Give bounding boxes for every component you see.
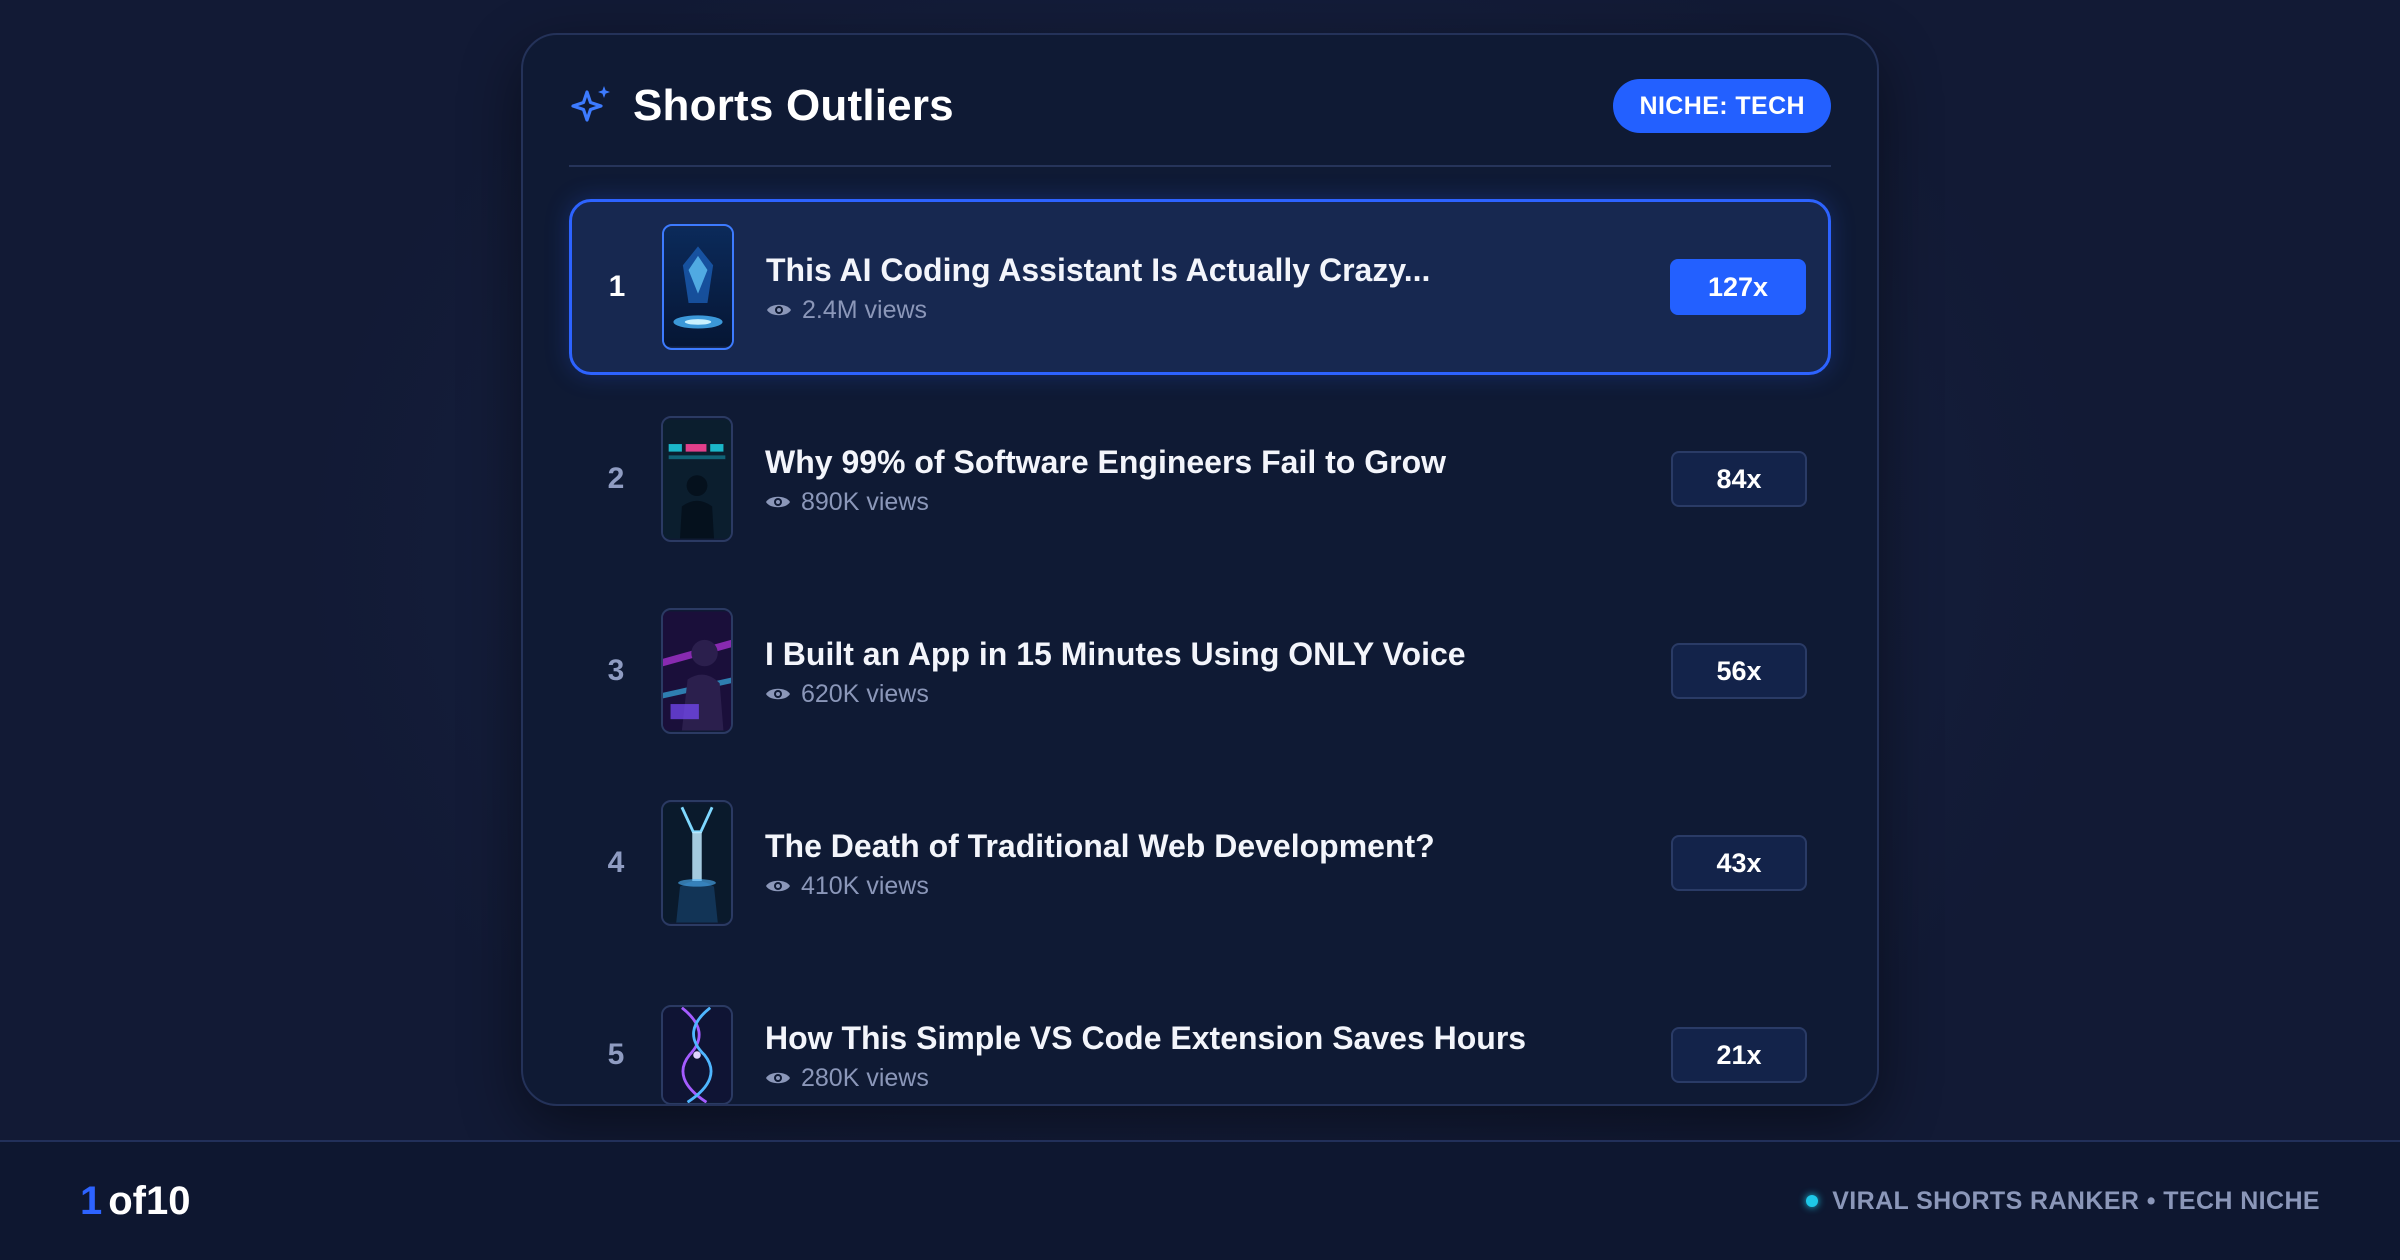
- video-thumbnail[interactable]: [661, 800, 733, 926]
- rank-number: 1: [608, 270, 626, 303]
- view-count: 410K views: [765, 872, 1671, 901]
- view-count: 890K views: [765, 488, 1671, 517]
- video-row-5[interactable]: 5 How This Simple VS Code Extension Save…: [569, 967, 1831, 1104]
- views-label: 890K views: [801, 487, 929, 516]
- outlier-multiplier-badge: 56x: [1671, 643, 1807, 699]
- views-label: 2.4M views: [802, 295, 928, 324]
- views-label: 280K views: [801, 1063, 929, 1092]
- rank-number: 4: [607, 846, 625, 879]
- eye-icon: [766, 1072, 790, 1084]
- status-dot-icon: [1806, 1195, 1819, 1207]
- rank-number: 5: [607, 1038, 625, 1071]
- brand-text: VIRAL SHORTS RANKER • TECH NICHE: [1832, 1186, 2320, 1215]
- brand-label: VIRAL SHORTS RANKER • TECH NICHE: [1806, 1187, 2320, 1216]
- video-info: The Death of Traditional Web Development…: [765, 826, 1671, 901]
- video-thumbnail[interactable]: [662, 224, 734, 350]
- outliers-card: Shorts Outliers NICHE: TECH 1 This AI Co…: [521, 33, 1879, 1106]
- video-info: This AI Coding Assistant Is Actually Cra…: [766, 250, 1670, 325]
- eye-icon: [766, 496, 790, 508]
- view-count: 2.4M views: [766, 296, 1670, 325]
- views-label: 620K views: [801, 679, 929, 708]
- title-group: Shorts Outliers: [569, 81, 954, 131]
- video-row-1[interactable]: 1 This AI Coding Assistant Is Actually C…: [569, 199, 1831, 375]
- outlier-multiplier-badge: 43x: [1671, 835, 1807, 891]
- footer-bar: 1 of10 VIRAL SHORTS RANKER • TECH NICHE: [0, 1140, 2400, 1260]
- page-current: 1: [80, 1178, 103, 1223]
- video-thumbnail[interactable]: [661, 416, 733, 542]
- outlier-multiplier-badge: 84x: [1671, 451, 1807, 507]
- video-row-3[interactable]: 3 I Built an App in 15 Minutes Using ONL…: [569, 583, 1831, 759]
- video-title[interactable]: The Death of Traditional Web Development…: [765, 826, 1671, 866]
- outlier-multiplier-badge: 127x: [1670, 259, 1806, 315]
- video-info: How This Simple VS Code Extension Saves …: [765, 1018, 1671, 1093]
- video-thumbnail[interactable]: [661, 1005, 733, 1104]
- eye-icon: [766, 688, 790, 700]
- card-header: Shorts Outliers NICHE: TECH: [569, 35, 1831, 167]
- eye-icon: [766, 880, 790, 892]
- pagination-indicator: 1 of10: [80, 1179, 191, 1224]
- niche-badge[interactable]: NICHE: TECH: [1613, 79, 1831, 133]
- video-title[interactable]: How This Simple VS Code Extension Saves …: [765, 1018, 1671, 1058]
- view-count: 620K views: [765, 680, 1671, 709]
- video-thumbnail[interactable]: [661, 608, 733, 734]
- page-title: Shorts Outliers: [633, 81, 954, 130]
- video-title[interactable]: I Built an App in 15 Minutes Using ONLY …: [765, 634, 1671, 674]
- rank-number: 3: [607, 654, 625, 687]
- video-info: I Built an App in 15 Minutes Using ONLY …: [765, 634, 1671, 709]
- video-row-4[interactable]: 4 The Death of Traditional Web Developme…: [569, 775, 1831, 951]
- eye-icon: [767, 304, 791, 316]
- sparkle-icon: [571, 86, 610, 122]
- video-info: Why 99% of Software Engineers Fail to Gr…: [765, 442, 1671, 517]
- video-title[interactable]: This AI Coding Assistant Is Actually Cra…: [766, 250, 1670, 290]
- rank-number: 2: [607, 462, 625, 495]
- view-count: 280K views: [765, 1064, 1671, 1093]
- page-total: of10: [108, 1178, 191, 1223]
- outlier-multiplier-badge: 21x: [1671, 1027, 1807, 1083]
- video-row-2[interactable]: 2 Why 99% of Software Engineers Fail to …: [569, 391, 1831, 567]
- views-label: 410K views: [801, 871, 929, 900]
- video-title[interactable]: Why 99% of Software Engineers Fail to Gr…: [765, 442, 1671, 482]
